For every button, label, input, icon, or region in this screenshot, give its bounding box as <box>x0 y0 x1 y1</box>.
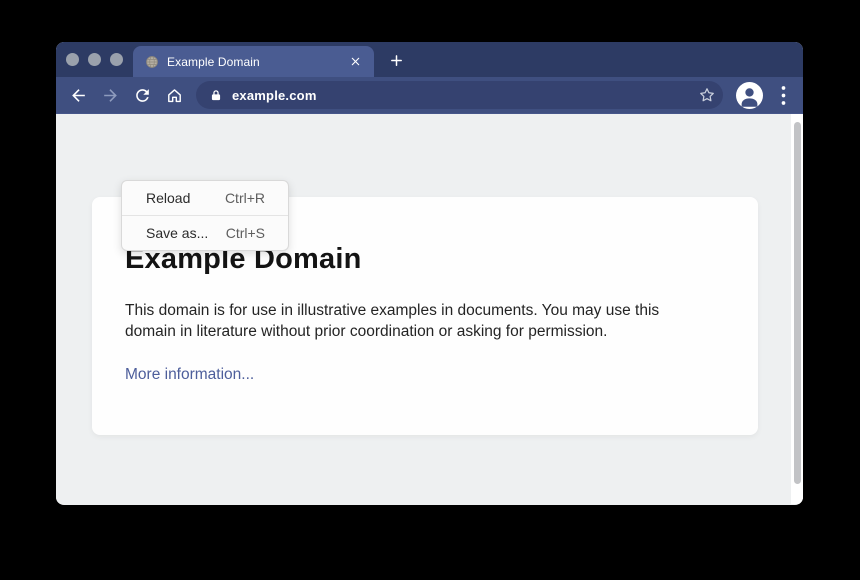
plus-icon <box>389 53 404 68</box>
tab-close-button[interactable] <box>346 53 364 71</box>
navigation-toolbar: example.com <box>56 77 803 114</box>
forward-button[interactable] <box>98 83 122 107</box>
menu-item-save-as[interactable]: Save as... Ctrl+S <box>122 216 288 250</box>
tab-strip: Example Domain <box>56 42 803 77</box>
url-text: example.com <box>232 88 317 103</box>
address-bar[interactable]: example.com <box>196 81 723 109</box>
reload-icon <box>133 86 152 105</box>
new-tab-button[interactable] <box>384 48 408 72</box>
globe-favicon-icon <box>145 55 159 69</box>
scrollbar-track[interactable] <box>791 114 803 504</box>
home-icon <box>165 86 184 105</box>
context-menu: Reload Ctrl+R Save as... Ctrl+S <box>121 180 289 251</box>
bookmark-star-button[interactable] <box>697 85 717 105</box>
close-icon <box>350 56 361 67</box>
forward-arrow-icon <box>101 86 120 105</box>
profile-button[interactable] <box>736 82 763 109</box>
traffic-light-maximize[interactable] <box>110 53 123 66</box>
reload-button[interactable] <box>130 83 154 107</box>
page-paragraph: This domain is for use in illustrative e… <box>125 301 713 342</box>
menu-item-shortcut: Ctrl+R <box>225 190 265 206</box>
tab-example-domain[interactable]: Example Domain <box>133 46 374 77</box>
traffic-light-close[interactable] <box>66 53 79 66</box>
menu-item-label: Reload <box>146 190 190 206</box>
lock-icon <box>209 88 223 103</box>
menu-item-reload[interactable]: Reload Ctrl+R <box>122 181 288 215</box>
menu-item-shortcut: Ctrl+S <box>226 225 265 241</box>
tab-title: Example Domain <box>167 55 346 69</box>
back-button[interactable] <box>66 83 90 107</box>
avatar-icon <box>736 82 763 109</box>
traffic-light-minimize[interactable] <box>88 53 101 66</box>
page-viewport: Example Domain This domain is for use in… <box>56 114 803 504</box>
browser-menu-button[interactable] <box>775 83 791 108</box>
star-icon <box>697 85 717 105</box>
scrollbar-thumb[interactable] <box>794 122 801 484</box>
menu-item-label: Save as... <box>146 225 208 241</box>
back-arrow-icon <box>69 86 88 105</box>
home-button[interactable] <box>162 83 186 107</box>
more-information-link[interactable]: More information... <box>125 366 254 384</box>
browser-window: Example Domain <box>56 42 803 505</box>
kebab-menu-icon <box>781 85 786 106</box>
